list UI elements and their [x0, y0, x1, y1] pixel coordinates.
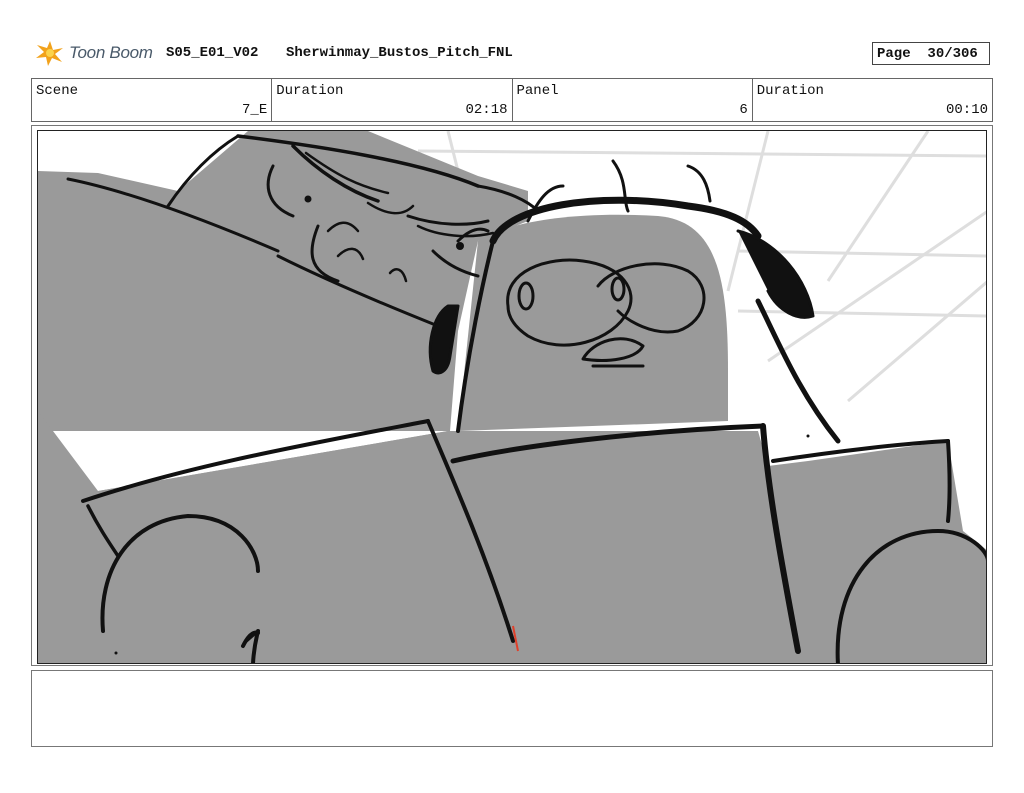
episode-code: S05_E01_V02 [166, 45, 259, 61]
panel-info-row: Scene 7_E Duration 02:18 Panel 6 Duratio… [31, 78, 993, 122]
storyboard-header: Toon Boom S05_E01_V02 Sherwinmay_Bustos_… [0, 0, 1024, 72]
scene-duration-value: 02:18 [465, 102, 508, 118]
sketch-illustration [38, 131, 986, 663]
page-label: Page [877, 45, 911, 62]
scene-cell: Scene 7_E [32, 79, 273, 121]
scene-duration-cell: Duration 02:18 [272, 79, 513, 121]
panel-duration-label: Duration [756, 83, 824, 99]
page-indicator: Page 30/306 [872, 42, 990, 65]
project-title: Sherwinmay_Bustos_Pitch_FNL [286, 45, 513, 61]
panel-label: Panel [516, 83, 559, 99]
star-burst-icon [36, 41, 63, 66]
logo-text: Toon Boom [69, 43, 153, 62]
scene-label: Scene [36, 83, 79, 99]
panel-value: 6 [739, 102, 748, 118]
panel-duration-cell: Duration 00:10 [753, 79, 992, 121]
scene-value: 7_E [242, 102, 268, 118]
scene-duration-label: Duration [276, 83, 344, 99]
panel-duration-value: 00:10 [945, 102, 988, 118]
panel-notes-box[interactable] [31, 670, 993, 747]
storyboard-panel-drawing [37, 130, 987, 664]
toon-boom-logo: Toon Boom [34, 38, 153, 68]
page-number: 30/306 [927, 45, 978, 62]
panel-cell: Panel 6 [513, 79, 753, 121]
